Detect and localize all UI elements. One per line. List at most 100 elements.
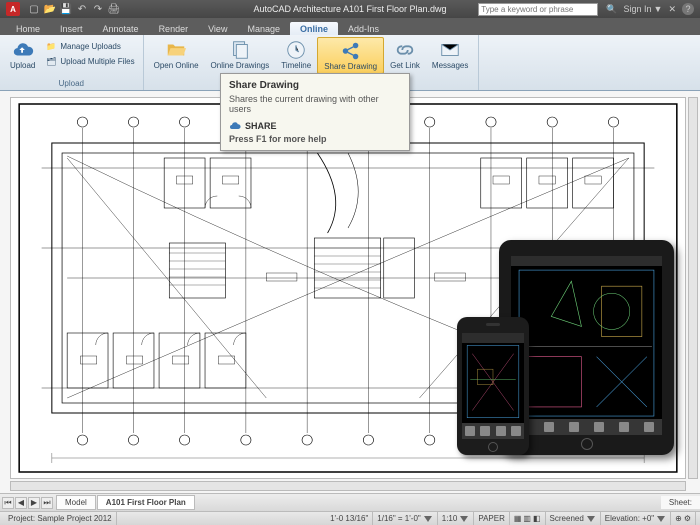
help-icon[interactable]: ? xyxy=(682,3,694,15)
phone-tool-icon xyxy=(465,426,475,436)
tooltip-desc: Shares the current drawing with other us… xyxy=(229,94,401,114)
phone-mockup xyxy=(457,317,529,455)
phone-speaker xyxy=(486,323,500,326)
envelope-icon xyxy=(439,39,461,61)
tablet-tool-icon xyxy=(644,422,654,432)
status-right-icons[interactable]: ⊕⚙ xyxy=(671,512,696,525)
tablet-tool-icon xyxy=(619,422,629,432)
folder-open-icon xyxy=(165,39,187,61)
tab-view[interactable]: View xyxy=(198,22,237,35)
get-link-label: Get Link xyxy=(390,62,420,70)
cloud-upload-icon xyxy=(12,39,34,61)
status-elevation[interactable]: Elevation: +0" xyxy=(601,512,671,525)
tab-home[interactable]: Home xyxy=(6,22,50,35)
timeline-button[interactable]: Timeline xyxy=(275,37,317,72)
phone-tool-icon xyxy=(496,426,506,436)
status-paper-toggle[interactable]: PAPER xyxy=(474,512,510,525)
timeline-label: Timeline xyxy=(281,62,311,70)
horizontal-scrollbar[interactable] xyxy=(10,481,686,491)
tab-nav-last-icon[interactable]: ⏭ xyxy=(41,497,53,509)
phone-home-button xyxy=(488,442,498,452)
search-icon[interactable]: 🔍 xyxy=(606,4,617,15)
tab-insert[interactable]: Insert xyxy=(50,22,93,35)
status-scale[interactable]: 1/16" = 1'-0" xyxy=(373,512,437,525)
upload-label: Upload xyxy=(10,62,35,70)
status-coords: 1'-0 13/16" xyxy=(326,512,373,525)
tab-nav-next-icon[interactable]: ▶ xyxy=(28,497,40,509)
titlebar: A ▢ 📂 💾 ↶ ↷ 🖨 AutoCAD Architecture A101 … xyxy=(0,0,700,18)
search-input[interactable] xyxy=(478,3,598,16)
tablet-tool-icon xyxy=(544,422,554,432)
documents-icon xyxy=(229,39,251,61)
tablet-toolbar xyxy=(511,419,662,435)
online-drawings-button[interactable]: Online Drawings xyxy=(205,37,276,72)
phone-drawing xyxy=(462,333,524,436)
upload-multiple-button[interactable]: 🗂 Upload Multiple Files xyxy=(43,54,136,68)
tablet-drawing xyxy=(511,256,662,435)
tablet-tool-icon xyxy=(569,422,579,432)
tab-addins[interactable]: Add-Ins xyxy=(338,22,389,35)
drawing-viewport xyxy=(0,91,700,493)
multi-file-icon: 🗂 xyxy=(45,55,57,67)
tooltip-title: Share Drawing xyxy=(229,80,401,91)
manage-uploads-label: Manage Uploads xyxy=(60,42,120,51)
tab-online[interactable]: Online xyxy=(290,22,338,35)
new-icon[interactable]: ▢ xyxy=(28,3,40,15)
layout-tab-a101[interactable]: A101 First Floor Plan xyxy=(97,495,195,510)
messages-button[interactable]: Messages xyxy=(426,37,474,72)
tooltip-share-drawing: Share Drawing Shares the current drawing… xyxy=(220,73,410,151)
tooltip-command: SHARE xyxy=(245,121,277,131)
sheet-field-label: Sheet: xyxy=(661,496,700,509)
sign-in-link[interactable]: Sign In▼ xyxy=(624,4,663,14)
group-title-upload: Upload xyxy=(0,79,143,90)
share-icon xyxy=(340,40,362,62)
ribbon-tab-strip: Home Insert Annotate Render View Manage … xyxy=(0,18,700,35)
phone-tool-icon xyxy=(480,426,490,436)
tablet-screen xyxy=(511,256,662,435)
clock-icon xyxy=(285,39,307,61)
layout-tab-strip: ⏮ ◀ ▶ ⏭ Model A101 First Floor Plan Shee… xyxy=(0,493,700,511)
get-link-button[interactable]: Get Link xyxy=(384,37,426,72)
redo-icon[interactable]: ↷ xyxy=(92,3,104,15)
manage-uploads-button[interactable]: 📁 Manage Uploads xyxy=(43,39,136,53)
tab-annotate[interactable]: Annotate xyxy=(93,22,149,35)
statusbar: Project: Sample Project 2012 1'-0 13/16"… xyxy=(0,511,700,525)
messages-label: Messages xyxy=(432,62,468,70)
tab-nav-prev-icon[interactable]: ◀ xyxy=(15,497,27,509)
open-icon[interactable]: 📂 xyxy=(44,3,56,15)
ribbon-group-upload: Upload 📁 Manage Uploads 🗂 Upload Multipl… xyxy=(0,35,144,90)
tab-render[interactable]: Render xyxy=(149,22,199,35)
upload-button[interactable]: Upload xyxy=(4,37,41,72)
status-zoom[interactable]: 1:10 xyxy=(438,512,475,525)
vertical-scrollbar[interactable] xyxy=(688,97,698,479)
status-project: Project: Sample Project 2012 xyxy=(4,512,117,525)
app-icon[interactable]: A xyxy=(6,2,20,16)
link-icon xyxy=(394,39,416,61)
tooltip-help: Press F1 for more help xyxy=(229,134,401,144)
tablet-home-button xyxy=(581,438,593,450)
tablet-tool-icon xyxy=(594,422,604,432)
share-drawing-label: Share Drawing xyxy=(324,63,377,71)
phone-tool-icon xyxy=(511,426,521,436)
tab-nav-first-icon[interactable]: ⏮ xyxy=(2,497,14,509)
undo-icon[interactable]: ↶ xyxy=(76,3,88,15)
open-online-label: Open Online xyxy=(154,62,199,70)
upload-multiple-label: Upload Multiple Files xyxy=(60,57,134,66)
online-drawings-label: Online Drawings xyxy=(211,62,270,70)
command-cloud-icon xyxy=(229,120,241,132)
status-screened[interactable]: Screened xyxy=(546,512,601,525)
phone-toolbar xyxy=(462,423,524,439)
layout-tab-model[interactable]: Model xyxy=(56,495,96,510)
tab-manage[interactable]: Manage xyxy=(237,22,290,35)
folder-icon: 📁 xyxy=(45,40,57,52)
window-title: AutoCAD Architecture A101 First Floor Pl… xyxy=(253,4,446,14)
open-online-button[interactable]: Open Online xyxy=(148,37,205,72)
exchange-icon[interactable]: ✕ xyxy=(668,4,676,15)
phone-screen xyxy=(462,333,524,439)
mobile-devices-preview xyxy=(457,240,674,455)
status-toggle-icons[interactable]: ▦▥◧ xyxy=(510,512,546,525)
quick-access-toolbar: ▢ 📂 💾 ↶ ↷ 🖨 xyxy=(28,3,120,15)
share-drawing-button[interactable]: Share Drawing xyxy=(317,37,384,74)
save-icon[interactable]: 💾 xyxy=(60,3,72,15)
print-icon[interactable]: 🖨 xyxy=(108,3,120,15)
